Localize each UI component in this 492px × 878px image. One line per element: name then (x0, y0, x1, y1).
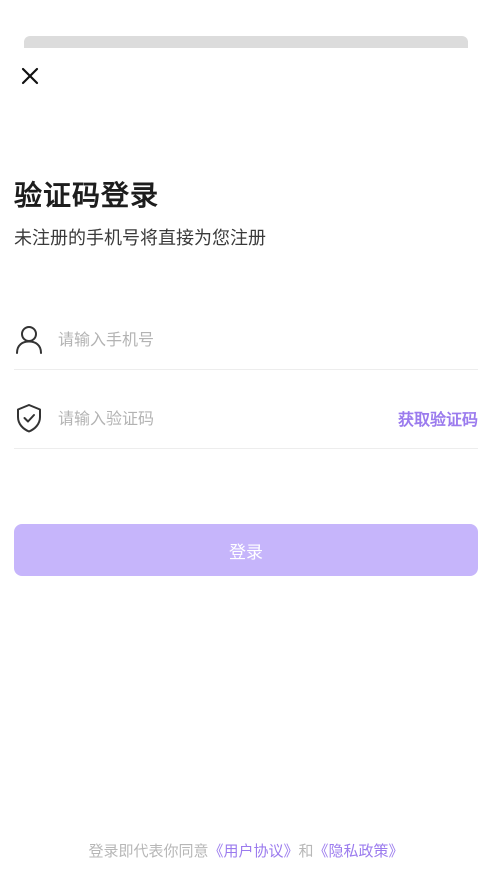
user-icon (14, 323, 44, 355)
get-code-button[interactable]: 获取验证码 (398, 406, 478, 430)
privacy-policy-link[interactable]: 《隐私政策》 (314, 842, 404, 860)
login-button[interactable]: 登录 (14, 524, 478, 576)
page-subtitle: 未注册的手机号将直接为您注册 (14, 228, 266, 249)
phone-input[interactable] (58, 329, 478, 349)
verification-code-field: 获取验证码 (14, 388, 478, 449)
user-agreement-link[interactable]: 《用户协议》 (208, 842, 298, 860)
phone-field (14, 309, 478, 370)
shield-check-icon (14, 402, 44, 434)
close-button[interactable] (14, 60, 46, 92)
verification-code-input[interactable] (58, 408, 398, 428)
agreement-prefix: 登录即代表你同意 (88, 842, 209, 860)
login-sheet: 验证码登录 未注册的手机号将直接为您注册 获取验证码 登录 登录即代表你同意《用… (0, 0, 492, 878)
page-title: 验证码登录 (14, 179, 160, 212)
sheet-handle[interactable] (24, 36, 468, 48)
agreement-connector: 和 (298, 842, 314, 860)
agreement-text: 登录即代表你同意《用户协议》和《隐私政策》 (0, 840, 492, 861)
close-icon (21, 67, 39, 85)
